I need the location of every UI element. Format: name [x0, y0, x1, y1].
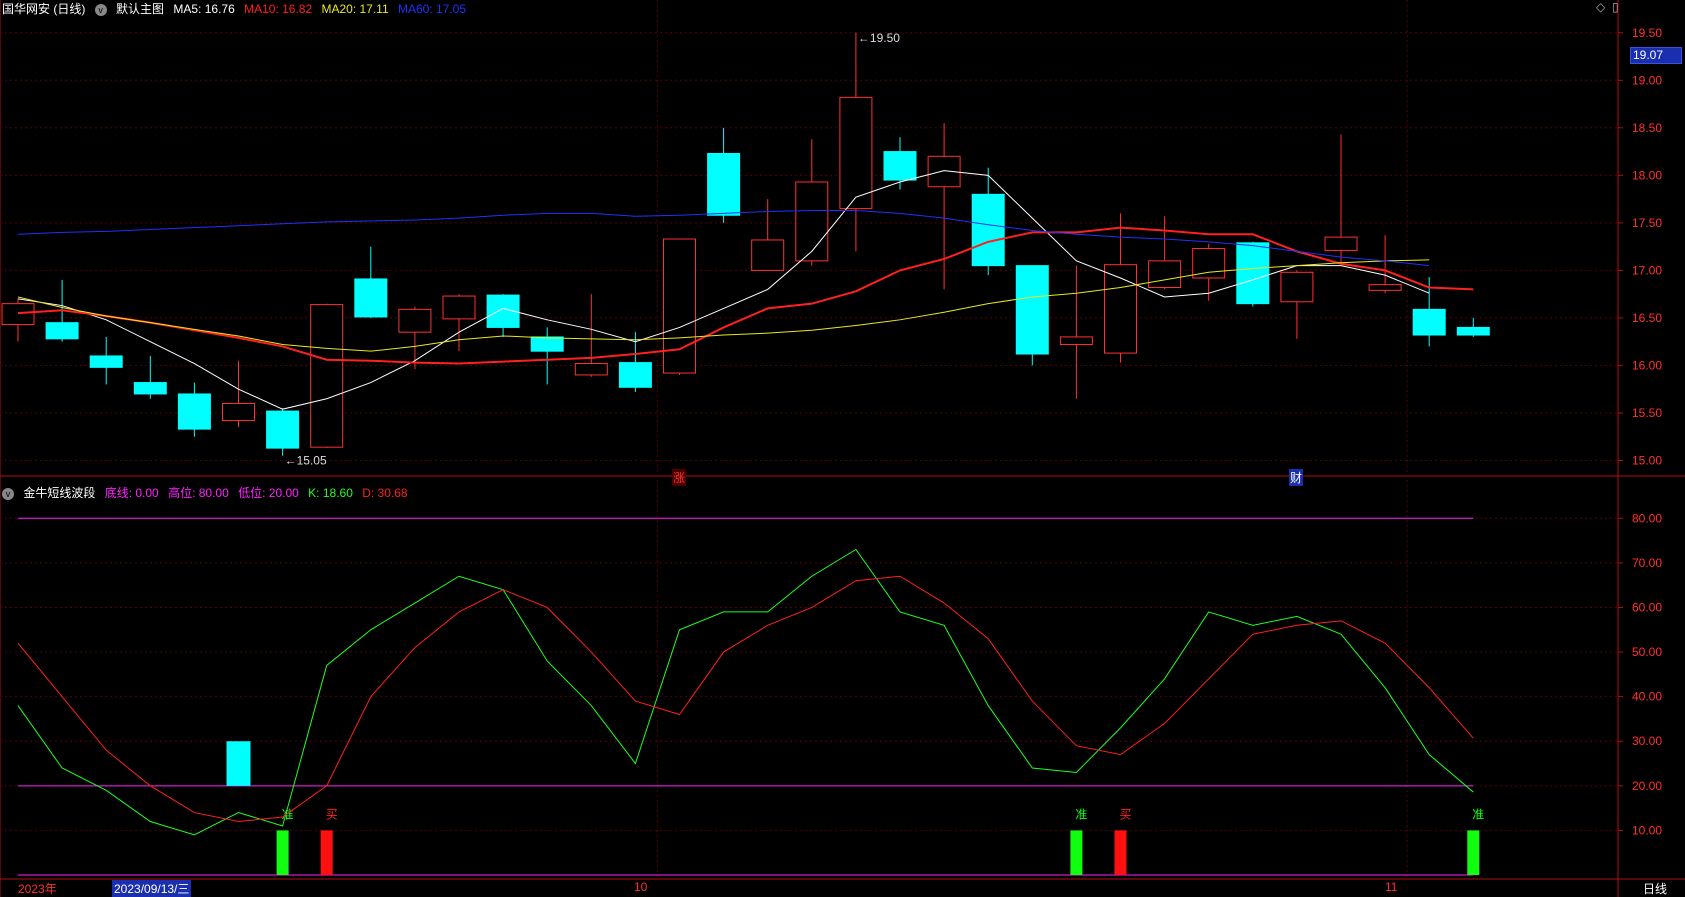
- high-price-annotation: ←19.50: [858, 31, 900, 45]
- chevron-down-icon[interactable]: v: [2, 487, 14, 500]
- period-label[interactable]: 日线: [1643, 880, 1667, 897]
- candle-body: [1412, 308, 1446, 336]
- candle-body: [795, 181, 829, 262]
- main-y-tick-label: 18.00: [1632, 168, 1662, 182]
- candle-body: [222, 402, 255, 422]
- candle-body: [45, 322, 79, 340]
- candle-body: [442, 295, 476, 320]
- candle-body: [574, 363, 608, 376]
- cai-marker[interactable]: 财: [1289, 469, 1304, 486]
- cursor-date: 2023/09/13/三: [112, 880, 192, 897]
- main-y-tick-label: 19.00: [1632, 73, 1662, 87]
- candle-body: [89, 355, 123, 368]
- indicator-header: v 金牛短线波段 底线: 0.00 高位: 80.00 低位: 20.00 K:…: [2, 484, 414, 500]
- candle-body: [310, 304, 344, 448]
- year-label: 2023年: [18, 882, 57, 896]
- candle-body: [1015, 265, 1049, 355]
- candle-body: [133, 382, 167, 395]
- last-price-box: 19.07: [1630, 47, 1682, 64]
- sub-y-tick-label: 40.00: [1632, 690, 1662, 704]
- bottom-line-value: 底线: 0.00: [104, 486, 159, 500]
- main-y-tick-label: 17.50: [1632, 216, 1662, 230]
- candle-body: [1, 303, 35, 326]
- month-nov-label: 11: [1385, 880, 1398, 894]
- zhang-marker[interactable]: 涨: [672, 469, 687, 486]
- candle-body: [1368, 284, 1402, 291]
- candle-body: [266, 410, 300, 449]
- k-value: K: 18.60: [308, 486, 353, 500]
- signal-bar-cyan: [226, 741, 251, 786]
- candle-body: [1280, 271, 1314, 303]
- sub-y-tick-label: 50.00: [1632, 645, 1662, 659]
- diamond-icon[interactable]: ◇: [1596, 0, 1605, 14]
- low-price-annotation: ←15.05: [285, 454, 327, 468]
- window-icon[interactable]: ▯: [1612, 0, 1619, 14]
- signal-label: 买: [326, 807, 338, 821]
- candle-body: [1236, 242, 1270, 305]
- main-y-tick-label: 17.00: [1632, 263, 1662, 277]
- candle-body: [839, 96, 873, 210]
- candle-body: [883, 151, 917, 181]
- candle-body: [618, 362, 652, 388]
- sub-y-tick-label: 30.00: [1632, 734, 1662, 748]
- signal-bar-green: [1467, 830, 1480, 875]
- candle-body: [177, 393, 211, 430]
- signal-bar-red: [320, 830, 333, 875]
- candle-body: [707, 152, 741, 216]
- high-line-value: 高位: 80.00: [168, 486, 229, 500]
- stock-chart[interactable]: 15.00 15.50 16.00 16.50 17.00 17.50 18.00 18.50…: [0, 0, 1685, 897]
- main-y-tick-label: 19.50: [1632, 26, 1662, 40]
- ma20-value: MA20: 17.11: [321, 2, 389, 16]
- main-y-tick-label: 18.50: [1632, 121, 1662, 135]
- chevron-down-icon[interactable]: v: [94, 3, 107, 16]
- candle-body: [1456, 326, 1490, 336]
- d-value: D: 30.68: [362, 486, 408, 500]
- indicator-name[interactable]: 金牛短线波段: [23, 486, 95, 500]
- ma10-value: MA10: 16.82: [244, 2, 313, 16]
- signal-bar-green: [1070, 830, 1083, 875]
- candle-body: [751, 239, 785, 271]
- ma60-value: MA60: 17.05: [397, 2, 467, 16]
- candle-body: [1324, 236, 1358, 251]
- main-y-tick-label: 16.00: [1632, 358, 1662, 372]
- sub-y-tick-label: 10.00: [1632, 823, 1662, 837]
- signal-bar-green: [276, 830, 289, 875]
- main-y-tick-label: 15.00: [1632, 453, 1662, 467]
- candle-body: [1192, 248, 1226, 279]
- candle-body: [398, 308, 432, 333]
- main-chart-header: 国华网安 (日线) v 默认主图 MA5: 16.76 MA10: 16.82 …: [2, 0, 472, 16]
- main-y-tick-label: 15.50: [1632, 406, 1662, 420]
- candle-body: [530, 336, 564, 352]
- signal-label: 准: [1075, 807, 1087, 821]
- signal-label: 买: [1119, 807, 1131, 821]
- candle-body: [354, 278, 388, 318]
- candle-body: [1059, 336, 1093, 346]
- signal-bar-red: [1114, 830, 1127, 875]
- low-line-value: 低位: 20.00: [238, 486, 299, 500]
- ma5-value: MA5: 16.76: [173, 2, 235, 16]
- month-oct-label: 10: [634, 880, 648, 894]
- main-y-tick-label: 16.50: [1632, 311, 1662, 325]
- candle-body: [1148, 260, 1182, 288]
- candle-body: [971, 193, 1005, 267]
- stock-title[interactable]: 国华网安 (日线): [2, 2, 85, 16]
- signal-label: 准: [1472, 807, 1484, 821]
- sub-y-tick-label: 80.00: [1632, 511, 1662, 525]
- sub-y-tick-label: 60.00: [1632, 600, 1662, 614]
- sub-y-tick-label: 20.00: [1632, 779, 1662, 793]
- sub-y-tick-label: 70.00: [1632, 556, 1662, 570]
- main-chart-label[interactable]: 默认主图: [116, 2, 164, 16]
- candle-body: [663, 238, 696, 374]
